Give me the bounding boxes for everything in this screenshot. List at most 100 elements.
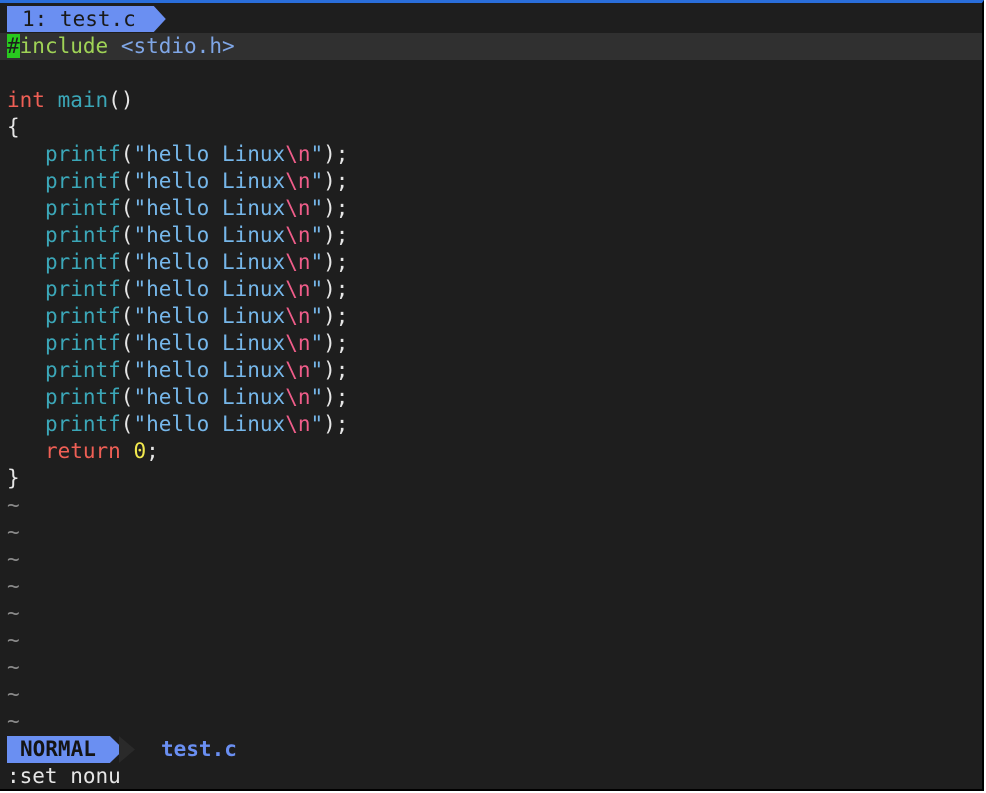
string-text: hello Linux xyxy=(146,412,286,436)
string-quote-close: " xyxy=(310,385,324,409)
status-filename: test.c xyxy=(161,737,237,761)
string-quote-close: " xyxy=(310,223,324,247)
open-paren: ( xyxy=(120,304,134,328)
tab-test-c[interactable]: 1: test.c xyxy=(7,6,166,32)
string-text: hello Linux xyxy=(146,358,286,382)
close-paren-semicolon: ); xyxy=(323,250,349,274)
text-cursor: # xyxy=(7,34,20,58)
escape-sequence: \n xyxy=(285,196,311,220)
code-line-printf: printf("hello Linux\n"); xyxy=(0,411,982,438)
code-line-printf: printf("hello Linux\n"); xyxy=(0,249,982,276)
code-line-printf: printf("hello Linux\n"); xyxy=(0,384,982,411)
string-quote-close: " xyxy=(310,412,324,436)
open-brace: { xyxy=(7,115,20,139)
printf-call: printf xyxy=(44,250,121,274)
open-paren: ( xyxy=(120,385,134,409)
printf-call: printf xyxy=(44,277,121,301)
empty-line-marker: ~ xyxy=(0,519,982,546)
close-paren-semicolon: ); xyxy=(323,331,349,355)
tilde: ~ xyxy=(7,547,20,571)
code-line-close-brace: } xyxy=(0,465,982,492)
tilde: ~ xyxy=(7,628,20,652)
close-paren-semicolon: ); xyxy=(323,277,349,301)
close-brace: } xyxy=(7,466,20,490)
code-line-printf: printf("hello Linux\n"); xyxy=(0,222,982,249)
string-quote-open: " xyxy=(133,331,147,355)
editor-buffer[interactable]: #include <stdio.h> int main() { printf("… xyxy=(0,33,982,735)
printf-call: printf xyxy=(44,412,121,436)
empty-line-marker: ~ xyxy=(0,492,982,519)
code-line-include: #include <stdio.h> xyxy=(0,33,982,60)
escape-sequence: \n xyxy=(285,277,311,301)
open-paren: ( xyxy=(120,358,134,382)
string-text: hello Linux xyxy=(146,196,286,220)
preproc-directive: include xyxy=(19,34,109,58)
string-quote-close: " xyxy=(310,196,324,220)
close-paren-semicolon: ); xyxy=(323,196,349,220)
string-text: hello Linux xyxy=(146,331,286,355)
empty-line-marker: ~ xyxy=(0,681,982,708)
string-text: hello Linux xyxy=(146,304,286,328)
escape-sequence: \n xyxy=(285,412,311,436)
tilde: ~ xyxy=(7,709,20,733)
empty-line-marker: ~ xyxy=(0,546,982,573)
string-quote-open: " xyxy=(133,169,147,193)
printf-call: printf xyxy=(44,304,121,328)
code-line-printf: printf("hello Linux\n"); xyxy=(0,195,982,222)
empty-line-marker: ~ xyxy=(0,600,982,627)
open-paren: ( xyxy=(120,277,134,301)
close-paren-semicolon: ); xyxy=(323,142,349,166)
string-quote-open: " xyxy=(133,358,147,382)
code-line-return: return 0; xyxy=(0,438,982,465)
return-value: 0 xyxy=(133,439,147,463)
tilde: ~ xyxy=(7,493,20,517)
close-paren-semicolon: ); xyxy=(323,385,349,409)
return-keyword: return xyxy=(44,439,121,463)
escape-sequence: \n xyxy=(285,142,311,166)
close-paren-semicolon: ); xyxy=(323,304,349,328)
empty-line-marker: ~ xyxy=(0,708,982,735)
escape-sequence: \n xyxy=(285,169,311,193)
code-line-printf: printf("hello Linux\n"); xyxy=(0,303,982,330)
escape-sequence: \n xyxy=(285,304,311,328)
type-keyword: int xyxy=(7,88,45,112)
open-paren: ( xyxy=(120,169,134,193)
code-line-printf: printf("hello Linux\n"); xyxy=(0,168,982,195)
close-paren-semicolon: ); xyxy=(323,412,349,436)
string-text: hello Linux xyxy=(146,385,286,409)
command-line[interactable]: :set nonu xyxy=(7,763,121,789)
string-quote-open: " xyxy=(133,277,147,301)
string-quote-close: " xyxy=(310,331,324,355)
string-quote-open: " xyxy=(133,385,147,409)
empty-line-marker: ~ xyxy=(0,573,982,600)
open-paren: ( xyxy=(120,331,134,355)
string-text: hello Linux xyxy=(146,250,286,274)
code-line-printf: printf("hello Linux\n"); xyxy=(0,330,982,357)
string-quote-close: " xyxy=(310,250,324,274)
escape-sequence: \n xyxy=(285,358,311,382)
escape-sequence: \n xyxy=(285,331,311,355)
separator-arrow xyxy=(119,736,135,763)
semicolon: ; xyxy=(146,439,159,463)
code-line-printf: printf("hello Linux\n"); xyxy=(0,357,982,384)
printf-call: printf xyxy=(44,331,121,355)
printf-call: printf xyxy=(44,385,121,409)
code-line-main: int main() xyxy=(0,87,982,114)
mode-indicator: NORMAL xyxy=(7,736,124,763)
string-quote-open: " xyxy=(133,412,147,436)
string-quote-close: " xyxy=(310,358,324,382)
vim-window: 1: test.c #include <stdio.h> int main() … xyxy=(0,0,984,791)
tilde: ~ xyxy=(7,601,20,625)
string-quote-open: " xyxy=(133,223,147,247)
parens: () xyxy=(108,88,134,112)
close-paren-semicolon: ); xyxy=(323,223,349,247)
close-paren-semicolon: ); xyxy=(323,358,349,382)
string-quote-close: " xyxy=(310,304,324,328)
function-name: main xyxy=(57,88,109,112)
escape-sequence: \n xyxy=(285,250,311,274)
tilde: ~ xyxy=(7,655,20,679)
string-quote-close: " xyxy=(310,169,324,193)
tilde: ~ xyxy=(7,574,20,598)
tilde: ~ xyxy=(7,682,20,706)
